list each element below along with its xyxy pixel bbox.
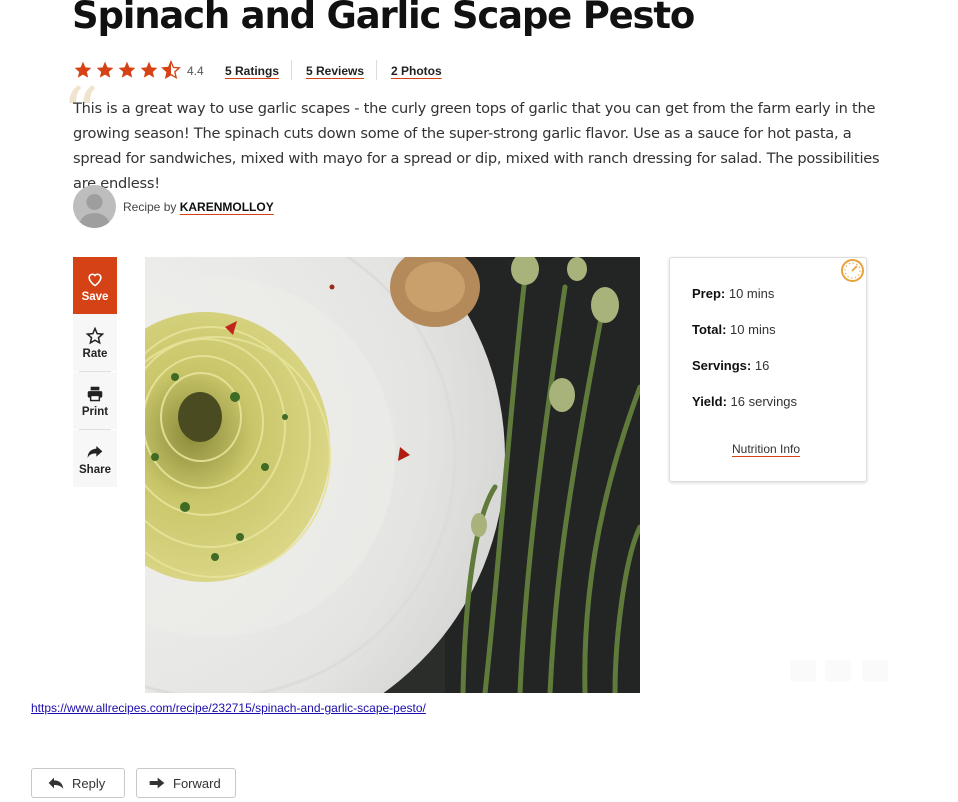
prep-value: 10 mins xyxy=(728,286,775,301)
reply-label: Reply xyxy=(72,775,106,791)
star-outline-icon xyxy=(86,326,104,346)
print-button[interactable]: Print xyxy=(73,372,117,429)
star-half-icon xyxy=(161,60,181,80)
forward-button[interactable]: Forward xyxy=(136,768,236,798)
carousel-dot xyxy=(862,660,888,682)
rate-button[interactable]: Rate xyxy=(73,314,117,371)
yield-value: 16 servings xyxy=(730,394,798,409)
carousel-dot xyxy=(790,660,816,682)
photos-link[interactable]: 2 Photos xyxy=(391,64,442,78)
action-rail: Save Rate Print Share xyxy=(73,257,117,487)
recipe-url-link[interactable]: https://www.allrecipes.com/recipe/232715… xyxy=(31,701,426,715)
recipe-description: This is a great way to use garlic scapes… xyxy=(73,100,880,192)
total-value: 10 mins xyxy=(730,322,776,337)
servings-label: Servings: xyxy=(692,358,752,373)
nutrition-info-link[interactable]: Nutrition Info xyxy=(732,442,800,456)
share-label: Share xyxy=(79,463,111,476)
yield-label: Yield: xyxy=(692,394,727,409)
total-row: Total: 10 mins xyxy=(692,322,776,337)
recipe-title: Spinach and Garlic Scape Pesto xyxy=(72,0,695,37)
share-arrow-icon xyxy=(87,442,103,462)
carousel-dot xyxy=(825,660,851,682)
byline: Recipe by KARENMOLLOY xyxy=(123,200,274,214)
avatar[interactable] xyxy=(73,185,116,228)
rate-label: Rate xyxy=(82,347,108,360)
star-icon xyxy=(140,61,158,78)
reply-arrow-icon xyxy=(48,777,64,789)
divider xyxy=(291,60,292,80)
save-button[interactable]: Save xyxy=(73,257,117,314)
divider xyxy=(376,60,377,80)
reviews-link[interactable]: 5 Reviews xyxy=(306,64,364,78)
recipe-photo[interactable] xyxy=(145,257,640,693)
rating-value: 4.4 xyxy=(187,64,204,78)
ratings-link[interactable]: 5 Ratings xyxy=(225,64,279,78)
author-link[interactable]: KARENMOLLOY xyxy=(180,200,274,214)
reply-button[interactable]: Reply xyxy=(31,768,125,798)
prep-label: Prep: xyxy=(692,286,726,301)
forward-arrow-icon xyxy=(149,777,165,789)
total-label: Total: xyxy=(692,322,727,337)
star-icon xyxy=(118,61,136,78)
printer-icon xyxy=(86,384,104,404)
heart-icon xyxy=(86,269,104,289)
byline-prefix: Recipe by xyxy=(123,200,177,214)
servings-row: Servings: 16 xyxy=(692,358,769,373)
save-label: Save xyxy=(81,290,109,303)
recipe-details-card: Prep: 10 mins Total: 10 mins Servings: 1… xyxy=(669,257,867,482)
forward-label: Forward xyxy=(173,775,221,791)
pasta-photo-image xyxy=(145,257,640,693)
user-silhouette-icon xyxy=(79,194,110,228)
servings-value: 16 xyxy=(754,358,770,373)
print-label: Print xyxy=(81,405,109,418)
yield-row: Yield: 16 servings xyxy=(692,394,797,409)
share-button[interactable]: Share xyxy=(73,430,117,487)
clock-icon xyxy=(840,258,865,283)
prep-row: Prep: 10 mins xyxy=(692,286,774,301)
